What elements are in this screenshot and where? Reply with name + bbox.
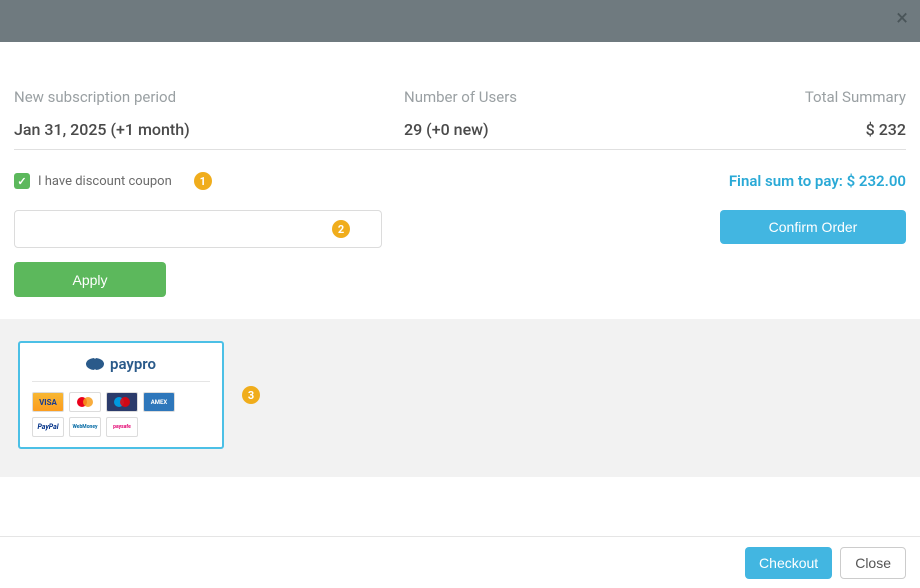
- paypro-swirl-icon: [86, 358, 104, 370]
- mastercard-icon: [69, 392, 101, 412]
- visa-icon: VISA: [32, 392, 64, 412]
- paysafe-icon: paysafe: [106, 417, 138, 437]
- coupon-input-wrap: 2: [14, 210, 382, 248]
- apply-button[interactable]: Apply: [14, 262, 166, 297]
- maestro-icon: [106, 392, 138, 412]
- final-sum-amount: $ 232.00: [847, 172, 906, 190]
- period-value: Jan 31, 2025 (+1 month): [14, 120, 404, 139]
- final-sum-label: Final sum to pay:: [729, 172, 847, 190]
- discount-left: ✓ I have discount coupon 1: [14, 172, 212, 190]
- dialog-body: New subscription period Number of Users …: [0, 42, 920, 477]
- paypro-label: paypro: [110, 355, 156, 373]
- step-3-badge: 3: [242, 386, 260, 404]
- coupon-input[interactable]: [14, 210, 382, 248]
- dialog-footer: Checkout Close: [0, 536, 920, 588]
- period-label: New subscription period: [14, 88, 404, 106]
- amex-icon: AMEX: [143, 392, 175, 412]
- step-1-badge: 1: [194, 172, 212, 190]
- total-value: $ 232: [655, 120, 906, 139]
- paypro-logo: paypro: [32, 355, 210, 382]
- divider: [14, 149, 906, 150]
- coupon-block: 2 Apply: [14, 210, 382, 297]
- discount-row: ✓ I have discount coupon 1 Final sum to …: [14, 172, 906, 190]
- confirm-order-button[interactable]: Confirm Order: [720, 210, 906, 244]
- payment-methods: VISA AMEX PayPal WebMoney paysafe: [32, 392, 210, 437]
- checkout-button[interactable]: Checkout: [745, 547, 832, 579]
- paypal-icon: PayPal: [32, 417, 64, 437]
- total-label: Total Summary: [655, 88, 906, 106]
- close-icon[interactable]: ×: [896, 8, 908, 30]
- discount-label: I have discount coupon: [38, 174, 172, 189]
- discount-checkbox[interactable]: ✓: [14, 173, 30, 189]
- payment-provider-card[interactable]: paypro VISA AMEX PayPal WebMoney paysafe: [18, 341, 224, 449]
- payment-section: paypro VISA AMEX PayPal WebMoney paysafe…: [0, 319, 920, 477]
- action-row: 2 Apply Confirm Order: [14, 210, 906, 297]
- users-value: 29 (+0 new): [404, 120, 655, 139]
- summary-values-row: Jan 31, 2025 (+1 month) 29 (+0 new) $ 23…: [14, 120, 906, 139]
- close-button[interactable]: Close: [840, 547, 906, 579]
- step-2-badge: 2: [332, 220, 350, 238]
- final-sum: Final sum to pay: $ 232.00: [729, 172, 906, 190]
- webmoney-icon: WebMoney: [69, 417, 101, 437]
- users-label: Number of Users: [404, 88, 655, 106]
- summary-labels-row: New subscription period Number of Users …: [14, 88, 906, 106]
- dialog-header: ×: [0, 0, 920, 42]
